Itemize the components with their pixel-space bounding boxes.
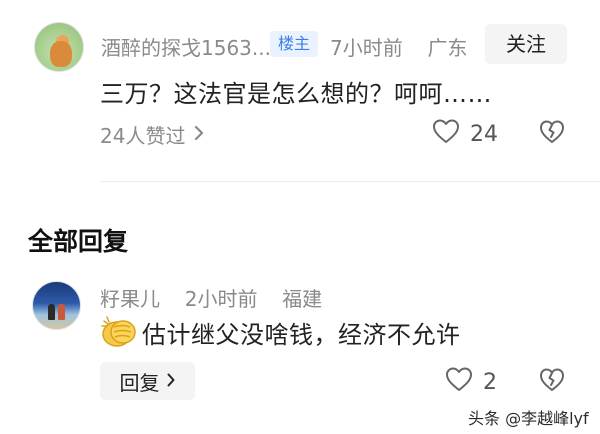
avatar-figure-body (50, 41, 72, 67)
reply-location: 福建 (282, 287, 323, 311)
avatar-person-right (58, 304, 65, 320)
op-badge: 楼主 (270, 31, 318, 57)
heart-outline-icon (445, 366, 473, 398)
chevron-right-icon (193, 123, 205, 147)
likers-link[interactable]: 24人赞过 (100, 120, 205, 149)
chevron-right-icon (166, 369, 176, 393)
reply-dislike-button[interactable] (539, 367, 565, 397)
comment-author-name[interactable]: 酒醉的探戈1563... (101, 32, 271, 61)
reply-text: 估计继父没啥钱，经济不允许 (142, 321, 461, 349)
broken-heart-icon (539, 368, 565, 397)
reply-button[interactable]: 回复 (100, 362, 195, 400)
comment-dislike-button[interactable] (539, 119, 565, 149)
reply-time: 2小时前 (184, 287, 258, 311)
broken-heart-icon (539, 120, 565, 149)
avatar-person-left (48, 304, 55, 320)
comment-time: 7小时前 (330, 36, 403, 60)
comment-text: 三万？这法官是怎么想的？呵呵…… (100, 80, 492, 108)
reply-author-name[interactable]: 籽果儿 (100, 287, 160, 311)
comment-like-count: 24 (470, 121, 498, 147)
comment-like-button[interactable]: 24 (432, 118, 498, 150)
comment-location: 广东 (427, 36, 468, 60)
reply-like-count: 2 (483, 369, 497, 395)
section-title: 全部回复 (28, 227, 129, 256)
follow-button[interactable]: 关注 (485, 24, 567, 64)
clapping-hands-emoji-icon (100, 315, 138, 349)
reply-like-button[interactable]: 2 (445, 366, 497, 398)
reply-button-label: 回复 (119, 370, 160, 395)
watermark: 头条 @李越峰lyf (468, 409, 589, 428)
likers-link-label: 24人赞过 (100, 124, 186, 148)
comment-meta: 7小时前 广东 (330, 32, 467, 61)
reply-meta: 籽果儿 2小时前 福建 (100, 283, 322, 312)
author-avatar[interactable] (34, 22, 84, 72)
reply-author-avatar[interactable] (32, 281, 81, 330)
divider (100, 181, 600, 182)
heart-outline-icon (432, 118, 460, 150)
